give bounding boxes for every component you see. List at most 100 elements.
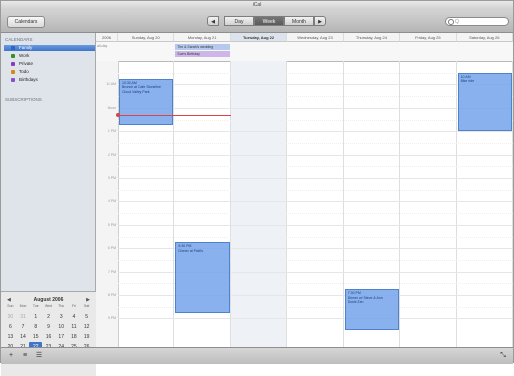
day-header[interactable]: Saturday, Aug 26 bbox=[456, 33, 513, 42]
mini-day[interactable]: 16 bbox=[42, 332, 55, 342]
half-hour-line bbox=[118, 189, 513, 191]
week-view-tab[interactable]: Week bbox=[254, 16, 284, 26]
all-day-event[interactable]: Sue's Birthday bbox=[175, 51, 230, 57]
sidebar-item-birthdays[interactable]: Birthdays bbox=[11, 77, 91, 83]
hour-label: 4 PM bbox=[107, 199, 116, 204]
mini-day[interactable]: 15 bbox=[29, 332, 42, 342]
mini-day[interactable]: 5 bbox=[80, 312, 93, 322]
mini-day-header: Fri bbox=[71, 304, 76, 308]
day-view-tab[interactable]: Day bbox=[224, 16, 254, 26]
mini-day-header: Mon bbox=[19, 304, 27, 308]
day-header[interactable]: Friday, Aug 25 bbox=[400, 33, 457, 42]
all-day-row: all-day bbox=[96, 42, 513, 62]
half-hour-line bbox=[118, 119, 513, 121]
mini-day[interactable]: 4 bbox=[68, 312, 81, 322]
sidebar-item-work[interactable]: Work bbox=[11, 53, 91, 59]
day-header[interactable]: Monday, Aug 21 bbox=[174, 33, 231, 42]
add-calendar-button[interactable]: + bbox=[7, 352, 15, 360]
hour-label: 9 PM bbox=[107, 316, 116, 321]
calendar-checkbox[interactable] bbox=[11, 62, 15, 66]
mini-day[interactable]: 9 bbox=[42, 322, 55, 332]
mini-day-header: Sun bbox=[7, 304, 14, 308]
hour-line bbox=[118, 84, 513, 86]
mini-day[interactable]: 31 bbox=[17, 312, 30, 322]
current-time-line bbox=[118, 114, 231, 116]
calendar-sidebar: CALENDARS Family Work Private Todo Birthdays… bbox=[1, 33, 96, 376]
sidebar-item-family[interactable]: Family bbox=[4, 45, 95, 51]
ical-window: iCal Calendars ◀ Day Week Month ▶ Q CALE… bbox=[0, 0, 514, 376]
day-header[interactable]: Thursday, Aug 24 bbox=[343, 33, 401, 42]
previous-week-button[interactable]: ◀ bbox=[207, 16, 219, 26]
mini-day[interactable]: 7 bbox=[17, 322, 30, 332]
title-bar: iCal bbox=[1, 1, 513, 16]
week-view: 2006 all-day 11 AM Noon 1 PM 2 PM 3 PM 4 PM 5 … bbox=[96, 33, 513, 347]
all-day-event[interactable]: Tim & Sarah's wedding bbox=[175, 44, 230, 50]
half-hour-line bbox=[118, 166, 513, 168]
hour-line bbox=[118, 201, 513, 203]
mini-day-header: Thu bbox=[58, 304, 65, 308]
calendar-checkbox[interactable] bbox=[11, 46, 15, 50]
calendar-checkbox[interactable] bbox=[11, 78, 15, 82]
day-header[interactable]: Tuesday, Aug 22 bbox=[230, 33, 288, 42]
mini-day[interactable]: 19 bbox=[80, 332, 93, 342]
sidebar-item-label: Todo bbox=[19, 69, 29, 74]
mini-day[interactable]: 13 bbox=[4, 332, 17, 342]
mini-day[interactable]: 3 bbox=[55, 312, 68, 322]
sidebar-item-label: Family bbox=[19, 45, 33, 50]
mini-day[interactable]: 2 bbox=[42, 312, 55, 322]
hour-label: 8 PM bbox=[107, 293, 116, 297]
mini-day[interactable]: 12 bbox=[80, 322, 93, 332]
day-header[interactable]: Sunday, Aug 20 bbox=[118, 33, 175, 42]
next-week-button[interactable]: ▶ bbox=[314, 16, 326, 26]
mini-day[interactable]: 8 bbox=[29, 322, 42, 332]
mini-day[interactable]: 1 bbox=[29, 312, 42, 322]
day-column[interactable] bbox=[287, 61, 344, 347]
half-hour-line bbox=[118, 72, 513, 74]
calendar-event[interactable]: 5:30 PM Dinner at Patti's bbox=[175, 242, 230, 313]
mini-next-icon[interactable]: ▶ bbox=[86, 297, 90, 303]
mini-day[interactable]: 18 bbox=[68, 332, 81, 342]
calendar-event[interactable]: 10 AM Bike ride bbox=[457, 72, 512, 132]
hour-line bbox=[118, 107, 513, 109]
calendars-group-label: CALENDARS bbox=[5, 37, 33, 42]
search-input[interactable]: Q bbox=[445, 17, 509, 26]
sidebar-item-private[interactable]: Private bbox=[11, 61, 91, 67]
half-hour-line bbox=[118, 236, 513, 238]
sidebar-item-label: Private bbox=[19, 61, 34, 66]
resize-icon[interactable]: ⤡ bbox=[499, 352, 507, 360]
todo-list-icon[interactable]: ☰ bbox=[35, 352, 43, 360]
day-column[interactable] bbox=[400, 61, 457, 347]
hour-label: 5 PM bbox=[107, 222, 116, 227]
calendar-event[interactable]: 7:30 PM Dinner w/ Steve & Ann Sushi Zen bbox=[344, 289, 400, 331]
sidebar-item-label: Birthdays bbox=[19, 77, 38, 82]
day-column[interactable] bbox=[230, 61, 288, 347]
event-note: Cloud Valley Park bbox=[122, 89, 150, 94]
mini-day[interactable]: 17 bbox=[55, 332, 68, 342]
hour-label: 3 PM bbox=[107, 176, 116, 180]
mini-day-header: Wed bbox=[44, 304, 53, 308]
mini-day[interactable]: 6 bbox=[4, 322, 17, 332]
mini-day-headers: Sun Mon Tue Wed Thu Fri Sat bbox=[4, 304, 93, 308]
calendars-button[interactable]: Calendars bbox=[7, 16, 45, 28]
mini-day[interactable]: 11 bbox=[68, 322, 81, 332]
sidebar-item-todo[interactable]: Todo bbox=[11, 69, 91, 75]
show-info-icon[interactable]: ≡ bbox=[21, 352, 29, 360]
mini-day[interactable]: 30 bbox=[4, 312, 17, 322]
window-title: iCal bbox=[252, 2, 262, 8]
mini-calendar-title: August 2006 bbox=[33, 297, 64, 303]
half-hour-line bbox=[118, 213, 513, 215]
month-view-tab[interactable]: Month bbox=[284, 16, 314, 26]
day-header[interactable]: Wednesday, Aug 23 bbox=[287, 33, 344, 42]
hour-label: 11 AM bbox=[106, 82, 116, 87]
calendar-event[interactable]: 10:30 AM Brunch at Cafe Stoneline Cloud Va… bbox=[119, 78, 174, 126]
hour-label: 7 PM bbox=[107, 269, 116, 274]
calendar-checkbox[interactable] bbox=[11, 54, 15, 58]
calendar-checkbox[interactable] bbox=[11, 70, 15, 74]
current-time-icon bbox=[116, 112, 120, 117]
hour-line bbox=[118, 178, 513, 179]
event-note: Sushi Zen bbox=[347, 300, 364, 305]
mini-day[interactable]: 10 bbox=[55, 322, 68, 332]
mini-day[interactable]: 14 bbox=[17, 332, 30, 342]
hour-line bbox=[118, 154, 513, 156]
hour-label: 2 PM bbox=[107, 152, 116, 157]
